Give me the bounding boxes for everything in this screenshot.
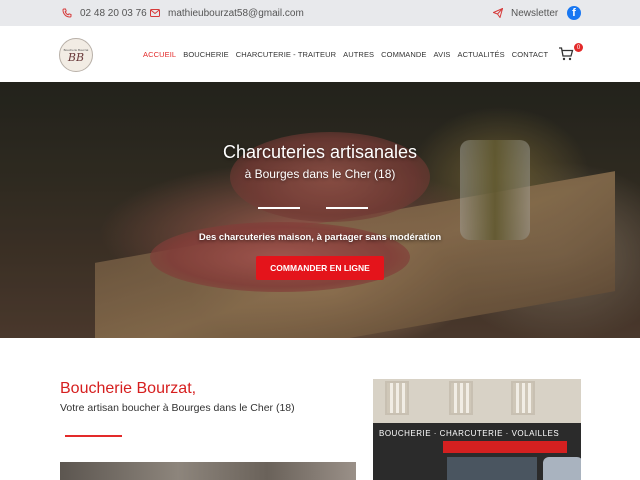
hero-banner: Charcuteries artisanales à Bourges dans …	[0, 82, 640, 338]
shop-sign: BOUCHERIE · CHARCUTERIE · VOLAILLES	[379, 429, 560, 438]
hero-subtitle: à Bourges dans le Cher (18)	[244, 167, 396, 181]
window	[511, 381, 535, 415]
mail-icon	[150, 9, 160, 17]
cart-icon[interactable]	[558, 46, 574, 62]
facebook-icon[interactable]: f	[567, 6, 581, 20]
nav-item-charcuterie-traiteur[interactable]: CHARCUTERIE - TRAITEUR	[236, 50, 336, 59]
nav-item-actualites[interactable]: ACTUALITÉS	[457, 50, 504, 59]
phone-icon	[62, 8, 72, 18]
hero-title: Charcuteries artisanales	[222, 142, 418, 162]
newsletter-label: Newsletter	[511, 7, 559, 19]
shop-interior-image	[60, 462, 356, 480]
hero-divider-left	[258, 207, 300, 209]
nav-item-commande[interactable]: COMMANDE	[381, 50, 426, 59]
intro-subtitle: Votre artisan boucher à Bourges dans le …	[60, 402, 295, 414]
hero-divider-right	[326, 207, 368, 209]
shop-awning	[443, 441, 567, 453]
phone-contact[interactable]: 02 48 20 03 76	[62, 0, 147, 26]
email-address: mathieubourzat58@gmail.com	[168, 7, 304, 19]
newsletter-link[interactable]: Newsletter	[493, 0, 558, 26]
main-nav: ACCUEIL BOUCHERIE CHARCUTERIE - TRAITEUR…	[143, 26, 555, 82]
paper-plane-icon	[493, 8, 503, 18]
shop-window	[447, 457, 537, 480]
email-contact[interactable]: mathieubourzat58@gmail.com	[150, 0, 304, 26]
nav-item-boucherie[interactable]: BOUCHERIE	[183, 50, 229, 59]
nav-item-contact[interactable]: CONTACT	[512, 50, 548, 59]
nav-item-autres[interactable]: AUTRES	[343, 50, 374, 59]
site-header: Boucherie Bourzat BB ACCUEIL BOUCHERIE C…	[0, 26, 640, 82]
hero-tagline: Des charcuteries maison, à partager sans…	[198, 232, 442, 243]
cart-count-badge: 0	[574, 43, 583, 52]
site-logo[interactable]: Boucherie Bourzat BB	[59, 38, 93, 72]
window	[385, 381, 409, 415]
window	[449, 381, 473, 415]
logo-monogram: BB	[67, 50, 85, 64]
phone-number: 02 48 20 03 76	[80, 7, 147, 19]
order-online-button[interactable]: COMMANDER EN LIGNE	[256, 256, 384, 280]
shopfront-image: BOUCHERIE · CHARCUTERIE · VOLAILLES	[373, 379, 581, 480]
hero-overlay	[0, 82, 640, 338]
top-bar: 02 48 20 03 76 mathieubourzat58@gmail.co…	[0, 0, 640, 26]
nav-item-accueil[interactable]: ACCUEIL	[143, 50, 176, 59]
intro-title: Boucherie Bourzat,	[60, 380, 197, 397]
parked-car	[543, 457, 581, 480]
nav-item-avis[interactable]: AVIS	[434, 50, 451, 59]
intro-divider	[65, 435, 122, 437]
